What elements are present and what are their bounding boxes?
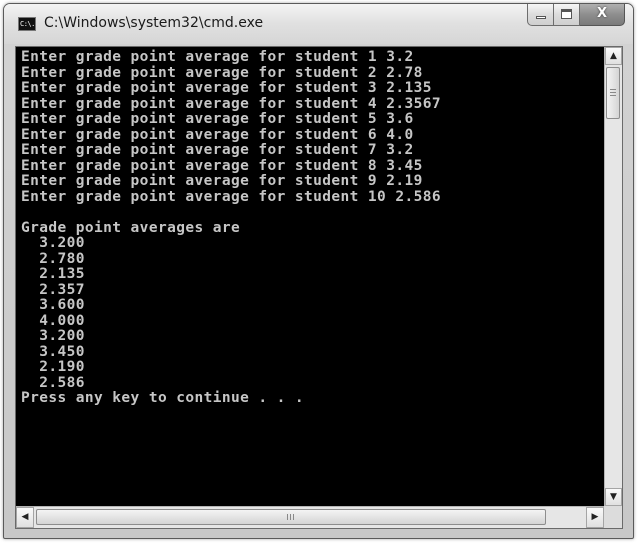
console-line: Enter grade point average for student 8 … [21, 157, 423, 174]
scroll-down-button[interactable]: ▼ [605, 488, 622, 506]
caption-buttons: X [527, 4, 625, 26]
scroll-left-button[interactable]: ◀ [16, 507, 34, 528]
console-line: 3.200 [21, 235, 85, 251]
grip-icon [610, 89, 616, 97]
minimize-button[interactable] [527, 4, 554, 26]
grip-icon [287, 514, 295, 520]
console-line: 2.135 [21, 266, 85, 282]
console-line: 2.586 [21, 374, 85, 391]
console-window: C:\. C:\Windows\system32\cmd.exe X Enter… [3, 3, 634, 539]
console-line: Enter grade point average for student 1 … [21, 49, 414, 65]
console-line: Enter grade point average for student 5 … [21, 111, 414, 127]
minimize-icon [536, 16, 546, 19]
horizontal-scroll-thumb[interactable] [36, 509, 546, 525]
console-line: 3.450 [21, 343, 85, 360]
vertical-scrollbar[interactable]: ▲ ▼ [604, 47, 622, 506]
console-line: Enter grade point average for student 4 … [21, 95, 441, 112]
close-icon: X [596, 6, 608, 21]
console-line: Enter grade point average for student 3 … [21, 80, 432, 96]
console-line: Grade point averages are [21, 219, 241, 236]
maximize-button[interactable] [554, 4, 580, 26]
console-line: Press any key to continue . . . [21, 390, 305, 406]
console-line: Enter grade point average for student 10… [21, 188, 441, 205]
console-line: 2.357 [21, 281, 85, 298]
maximize-icon [561, 9, 572, 19]
close-button[interactable]: X [580, 4, 625, 26]
scrollbar-corner [604, 506, 622, 528]
console-line: 3.200 [21, 328, 85, 344]
horizontal-scrollbar[interactable]: ◀ ▶ [16, 506, 604, 528]
vertical-scroll-thumb[interactable] [606, 67, 620, 119]
console-line: Enter grade point average for student 9 … [21, 173, 423, 189]
console-client-area: Enter grade point average for student 1 … [15, 46, 623, 529]
console-line: Enter grade point average for student 2 … [21, 64, 423, 81]
window-title: C:\Windows\system32\cmd.exe [44, 15, 264, 31]
scroll-right-button[interactable]: ▶ [586, 507, 604, 528]
console-line: Enter grade point average for student 7 … [21, 142, 414, 158]
console-output-text: Enter grade point average for student 1 … [16, 47, 604, 407]
console-app-icon[interactable]: C:\. [18, 17, 36, 31]
console-line: Enter grade point average for student 6 … [21, 126, 414, 143]
console-line: 2.190 [21, 359, 85, 375]
title-bar[interactable]: C:\. C:\Windows\system32\cmd.exe X [4, 4, 633, 44]
console-line: 3.600 [21, 297, 85, 313]
console-line: 2.780 [21, 250, 85, 267]
console-output-area[interactable]: Enter grade point average for student 1 … [16, 47, 604, 506]
scroll-up-button[interactable]: ▲ [605, 47, 622, 65]
console-line: 4.000 [21, 312, 85, 329]
